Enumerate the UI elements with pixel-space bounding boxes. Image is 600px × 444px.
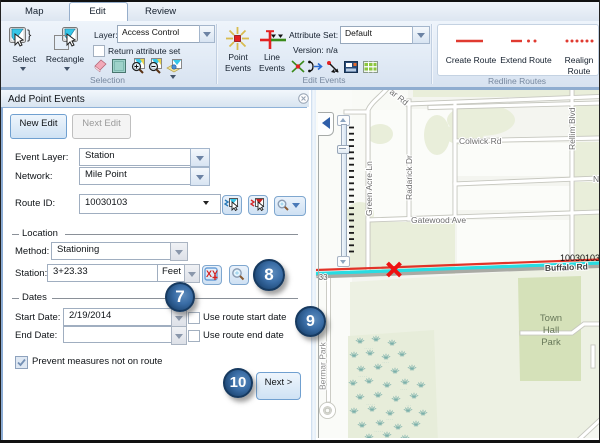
- svg-text:Rellim Blvd: Rellim Blvd: [567, 107, 577, 150]
- svg-text:Colwick Rd: Colwick Rd: [459, 136, 502, 146]
- svg-text:Town: Town: [540, 313, 562, 324]
- svg-text:Park: Park: [541, 337, 561, 348]
- svg-text:Radarick Dr: Radarick Dr: [404, 155, 414, 200]
- svg-text:....: ....: [382, 360, 390, 364]
- svg-text:Hall: Hall: [543, 325, 559, 336]
- svg-text:Gatewood Ave: Gatewood Ave: [411, 215, 466, 225]
- svg-text:-33: -33: [316, 273, 328, 282]
- svg-text:....: ....: [400, 387, 408, 391]
- svg-text:...: ...: [406, 403, 412, 407]
- svg-text:.....: .....: [358, 374, 368, 378]
- svg-text:Buffalo Rd: Buffalo Rd: [545, 262, 588, 273]
- svg-text:.....: .....: [366, 402, 376, 406]
- svg-text:Bermar Park: Bermar Park: [318, 342, 328, 390]
- svg-text:}: }: [27, 27, 32, 42]
- svg-text:.....: .....: [364, 346, 374, 350]
- svg-text:Green Acre Ln: Green Acre Ln: [364, 161, 374, 216]
- svg-text:.....: .....: [374, 429, 384, 433]
- svg-text:....: ....: [386, 417, 394, 421]
